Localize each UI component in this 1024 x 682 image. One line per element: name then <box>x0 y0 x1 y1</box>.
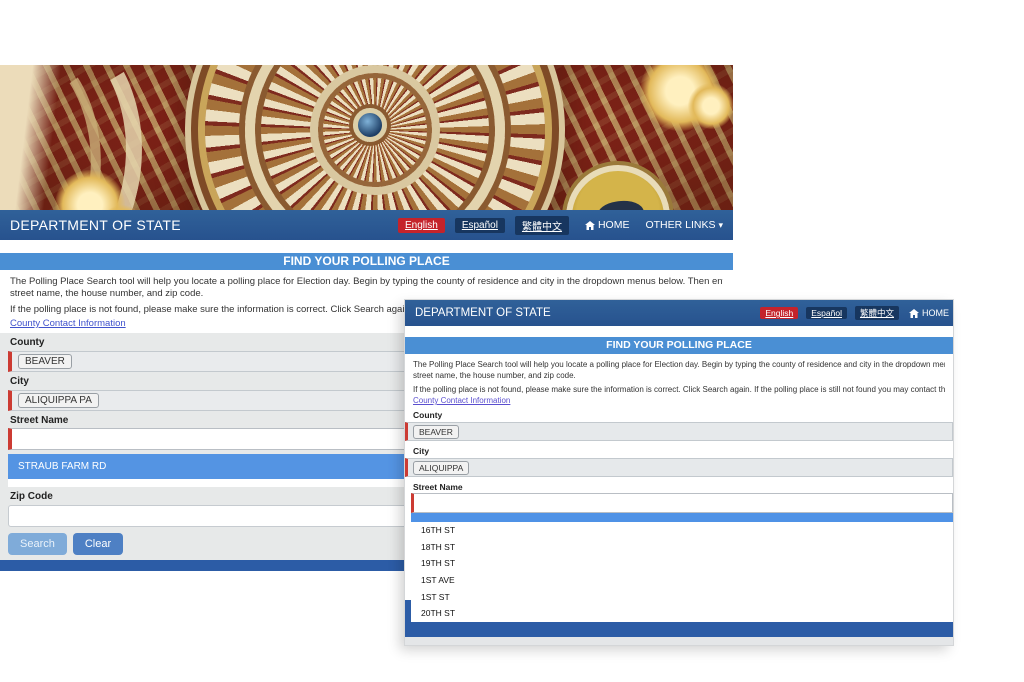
street-suggestion[interactable]: 20TH ST <box>411 605 953 622</box>
page-title-bar: FIND YOUR POLLING PLACE <box>0 253 733 270</box>
home-icon <box>585 221 598 230</box>
county-label: County <box>405 408 953 420</box>
street-name-label: Street Name <box>405 480 953 492</box>
screenshot-canvas: DEPARTMENT OF STATE English Español 繁體中文… <box>0 0 1024 682</box>
medallion-figure <box>596 198 645 210</box>
intro-paragraph-1-line2: street name, the house number, and zip c… <box>413 370 945 381</box>
street-suggestion-label: STRAUB FARM RD <box>18 461 106 472</box>
footer-bar <box>405 622 953 637</box>
street-suggestion[interactable]: 18TH ST <box>411 539 953 556</box>
intro-paragraph-1-line1: The Polling Place Search tool will help … <box>413 359 945 370</box>
home-label: HOME <box>922 308 949 318</box>
street-suggestion[interactable]: 19TH ST <box>411 555 953 572</box>
lang-chinese-button[interactable]: 繁體中文 <box>515 216 569 235</box>
navbar-links: English Español 繁體中文 HOME OTHER LINKS ▾ <box>388 216 723 235</box>
home-link[interactable]: HOME <box>585 219 630 231</box>
top-navbar: DEPARTMENT OF STATE English Español 繁體中文… <box>405 300 953 326</box>
lang-espanol-button[interactable]: Español <box>455 218 505 233</box>
spacer <box>405 326 953 337</box>
page-title-bar: FIND YOUR POLLING PLACE <box>405 337 953 354</box>
street-name-input[interactable] <box>411 493 953 513</box>
other-links-label: OTHER LINKS <box>645 219 715 231</box>
window-bottom-strip <box>405 637 953 645</box>
street-suggestion[interactable]: 1ST AVE <box>411 572 953 589</box>
intro-text: The Polling Place Search tool will help … <box>405 354 953 408</box>
intro-paragraph-1-line1: The Polling Place Search tool will help … <box>10 276 723 288</box>
navbar-links: English Español 繁體中文 HOME <box>752 306 949 320</box>
clear-button[interactable]: Clear <box>73 533 123 555</box>
city-select[interactable]: ALIQUIPPA <box>405 458 953 477</box>
city-value-chip: ALIQUIPPA PA <box>18 393 99 408</box>
home-label: HOME <box>598 219 630 231</box>
county-value-chip: BEAVER <box>18 354 72 369</box>
county-value-chip: BEAVER <box>413 425 459 439</box>
dome-art <box>205 65 545 210</box>
lang-chinese-button[interactable]: 繁體中文 <box>855 306 899 320</box>
county-contact-link[interactable]: County Contact Information <box>10 318 126 329</box>
page-title: FIND YOUR POLLING PLACE <box>606 339 752 351</box>
caret-down-icon: ▾ <box>718 220 723 231</box>
county-select[interactable]: BEAVER <box>405 422 953 441</box>
other-links-menu[interactable]: OTHER LINKS ▾ <box>645 219 723 231</box>
street-suggestion-highlighted[interactable] <box>411 513 953 522</box>
site-title: DEPARTMENT OF STATE <box>415 307 551 319</box>
intro-paragraph-1-line2: street name, the house number, and zip c… <box>10 288 723 300</box>
home-icon <box>909 309 922 318</box>
lang-english-button[interactable]: English <box>398 218 445 233</box>
street-suggestion[interactable]: 16TH ST <box>411 522 953 539</box>
site-title: DEPARTMENT OF STATE <box>10 217 181 233</box>
search-button[interactable]: Search <box>8 533 67 555</box>
city-label: City <box>405 444 953 456</box>
home-link[interactable]: HOME <box>909 308 949 318</box>
spacer <box>0 240 733 253</box>
lang-espanol-button[interactable]: Español <box>806 307 847 319</box>
top-navbar: DEPARTMENT OF STATE English Español 繁體中文… <box>0 210 733 240</box>
intro-paragraph-2: If the polling place is not found, pleas… <box>413 384 945 395</box>
city-value-chip: ALIQUIPPA <box>413 461 469 475</box>
street-suggestion[interactable]: 1ST ST <box>411 588 953 605</box>
capitol-dome-banner <box>0 65 733 210</box>
front-window: DEPARTMENT OF STATE English Español 繁體中文… <box>405 300 953 645</box>
street-suggestion-list: 16TH ST 18TH ST 19TH ST 1ST AVE 1ST ST 2… <box>411 522 953 622</box>
county-contact-link[interactable]: County Contact Information <box>413 396 510 405</box>
gold-medallion <box>566 165 670 210</box>
lang-english-button[interactable]: English <box>760 307 798 319</box>
chandelier-glow <box>688 83 733 129</box>
dome-center-oculus <box>353 108 387 142</box>
page-title: FIND YOUR POLLING PLACE <box>283 254 449 268</box>
